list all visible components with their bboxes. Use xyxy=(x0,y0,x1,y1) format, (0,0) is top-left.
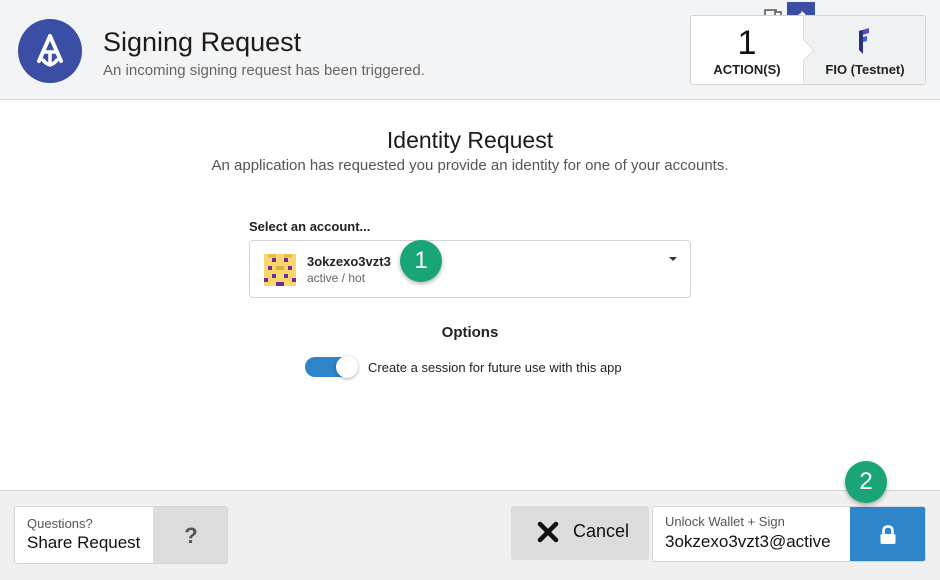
close-icon xyxy=(537,521,559,548)
page-subtitle: An incoming signing request has been tri… xyxy=(103,62,425,79)
signing-account: 3okzexo3vzt3@active xyxy=(665,532,831,551)
session-toggle-label: Create a session for future use with thi… xyxy=(368,360,622,375)
annotation-badge-1: 1 xyxy=(400,240,442,282)
request-summary: 1 ACTION(S) FIO (Testnet) xyxy=(690,15,926,85)
request-title: Identity Request xyxy=(386,127,554,153)
footer: Questions? Share Request ? Cancel Unlock… xyxy=(0,490,940,580)
page-title: Signing Request xyxy=(103,27,302,57)
annotation-badge-2: 2 xyxy=(845,461,887,503)
anchor-logo-icon xyxy=(18,19,82,83)
action-count-value: 1 xyxy=(737,24,757,62)
lock-icon xyxy=(850,507,925,561)
account-select[interactable]: 3okzexo3vzt3 active / hot xyxy=(249,240,691,298)
share-request-button[interactable]: Questions? Share Request ? xyxy=(14,506,228,564)
unlock-sign-label: Unlock Wallet + Sign xyxy=(665,514,785,529)
account-name: 3okzexo3vzt3 xyxy=(307,254,391,269)
cancel-label: Cancel xyxy=(573,521,630,541)
account-select-label: Select an account... xyxy=(249,219,371,234)
chain-indicator: FIO (Testnet) xyxy=(803,16,925,84)
chain-label: FIO (Testnet) xyxy=(825,62,905,77)
chevron-down-icon xyxy=(669,257,677,261)
help-icon: ? xyxy=(153,507,227,563)
session-toggle[interactable] xyxy=(305,356,358,378)
unlock-sign-button[interactable]: Unlock Wallet + Sign 3okzexo3vzt3@active xyxy=(652,506,926,562)
fio-chain-icon xyxy=(856,28,872,59)
account-avatar-icon xyxy=(264,254,296,286)
actions-count: 1 ACTION(S) xyxy=(691,16,803,84)
header: Signing Request An incoming signing requ… xyxy=(0,0,940,100)
toggle-knob xyxy=(336,356,358,378)
questions-label: Questions? xyxy=(27,516,93,531)
request-description: An application has requested you provide… xyxy=(211,157,729,174)
cancel-button[interactable]: Cancel xyxy=(511,506,649,560)
options-heading: Options xyxy=(441,324,499,341)
account-permission: active / hot xyxy=(307,271,366,285)
share-request-label: Share Request xyxy=(27,533,141,552)
action-count-label: ACTION(S) xyxy=(713,62,781,77)
